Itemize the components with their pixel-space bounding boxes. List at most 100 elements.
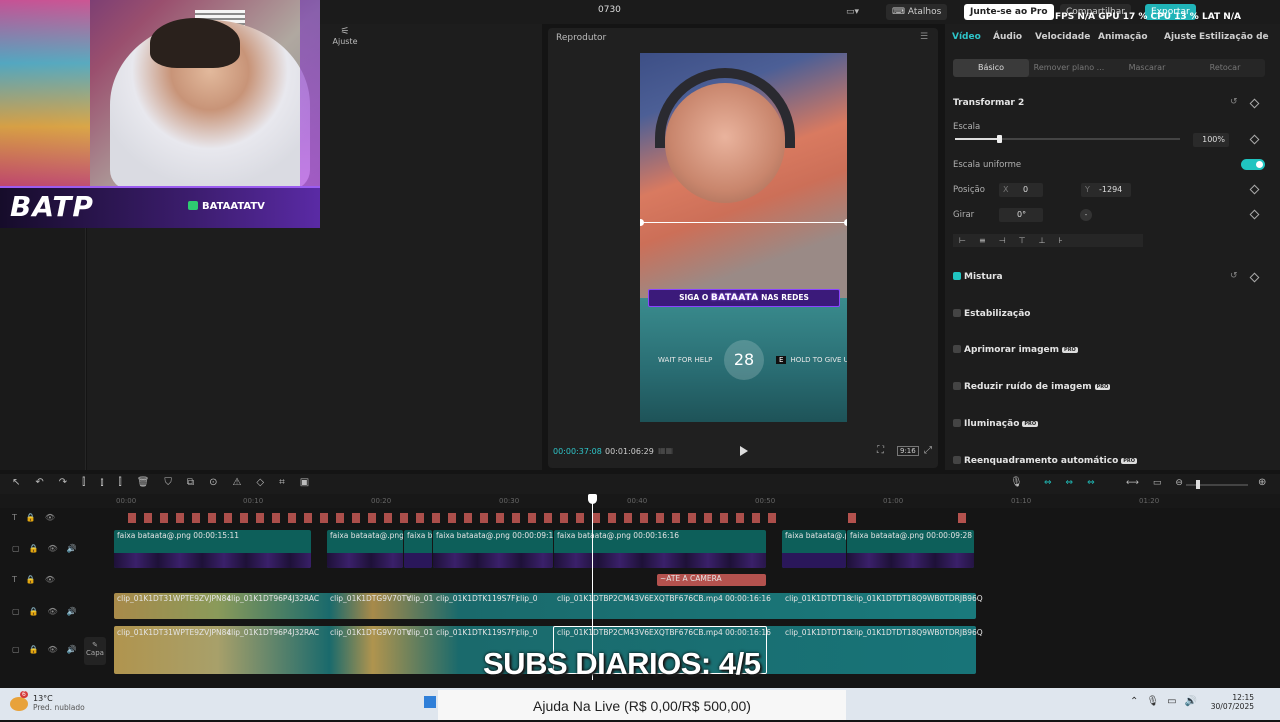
reframe-checkbox[interactable] bbox=[953, 456, 961, 464]
clip-label: clip_01 bbox=[407, 628, 434, 637]
blend-heading[interactable]: Mistura bbox=[953, 272, 1003, 282]
image-clip[interactable]: faixa bataata@.png 00:00:09:28 bbox=[847, 530, 974, 568]
clip-thumb bbox=[404, 553, 432, 568]
tab-adjust[interactable]: Ajuste bbox=[1164, 32, 1196, 42]
subtab-remove-bg[interactable]: Remover plano ... bbox=[1031, 59, 1107, 77]
enhance-checkbox[interactable] bbox=[953, 345, 961, 353]
clip-label: faixa bataata@.png 00:00:15:11 bbox=[117, 531, 240, 540]
webcam-overlay: BATP BATAATATV bbox=[0, 0, 320, 228]
microphone-icon[interactable]: 🎙 bbox=[1010, 477, 1023, 488]
text-clip[interactable]: ~ATE A CAMERA bbox=[657, 574, 766, 586]
channel-logo: BATP bbox=[10, 190, 94, 223]
subtab-retouch[interactable]: Retocar bbox=[1187, 59, 1263, 77]
clip-thumb bbox=[327, 553, 403, 568]
reframe-heading[interactable]: Reenquadramento automático PRO bbox=[953, 456, 1138, 466]
transform-heading[interactable]: Transformar 2 bbox=[953, 98, 1024, 108]
zoom-slider[interactable] bbox=[1186, 480, 1248, 489]
fullscreen-icon[interactable]: ⤢ bbox=[924, 445, 932, 456]
scale-keyframe-icon[interactable] bbox=[1249, 134, 1260, 145]
screenshot-icon[interactable]: ⛶ bbox=[877, 445, 884, 456]
image-clip[interactable]: faixa ba bbox=[404, 530, 432, 568]
clip-thumb bbox=[847, 553, 974, 568]
video-preview[interactable]: SIGA O BATAATA NAS REDES WAIT FOR HELP 2… bbox=[640, 53, 847, 422]
join-pro-button[interactable]: Junte-se ao Pro bbox=[964, 4, 1054, 20]
text-track-header[interactable]: T🔒👁 bbox=[12, 513, 122, 529]
layout-icon[interactable]: ▭▾ bbox=[840, 4, 865, 20]
noise-heading[interactable]: Reduzir ruído de imagem PRO bbox=[953, 382, 1111, 392]
subs-overlay: SUBS DIARIOS: 4/5 bbox=[483, 646, 761, 681]
clip-label: clip_01K1DT96P4J32RAC bbox=[227, 594, 320, 603]
edit-tools[interactable]: ↖↶↷⫿⫾⫿🗑⛉⧉⊙⚠◇⌗▣ bbox=[12, 477, 324, 488]
timeline-ruler[interactable]: 00:00 00:10 00:20 00:30 00:40 00:50 01:0… bbox=[0, 494, 1280, 508]
enhance-heading[interactable]: Aprimorar imagem PRO bbox=[953, 345, 1078, 355]
playhead-handle[interactable] bbox=[588, 494, 597, 504]
blend-checkbox[interactable] bbox=[953, 272, 961, 280]
clip-label: faixa bataata@.png bbox=[330, 531, 403, 540]
reset-icon[interactable]: ↺ bbox=[1230, 97, 1238, 107]
shortcuts-button[interactable]: ⌨ Atalhos bbox=[886, 4, 948, 20]
stabilize-checkbox[interactable] bbox=[953, 309, 961, 317]
subtab-mask[interactable]: Mascarar bbox=[1109, 59, 1185, 77]
text-track-2-header[interactable]: T🔒👁 bbox=[12, 575, 122, 591]
blend-reset-icon[interactable]: ↺ bbox=[1230, 271, 1238, 281]
clock[interactable]: 12:15 30/07/2025 bbox=[1206, 693, 1254, 711]
clock-time: 12:15 bbox=[1232, 693, 1254, 702]
rotate-keyframe-icon[interactable] bbox=[1249, 209, 1260, 220]
scale-slider[interactable] bbox=[955, 135, 1180, 143]
image-clip[interactable]: faixa bataata@.png 00:00:16:16 bbox=[554, 530, 766, 568]
blend-keyframe-icon[interactable] bbox=[1249, 272, 1260, 283]
position-x-input[interactable]: X0 bbox=[999, 183, 1043, 197]
tab-styling[interactable]: Estilização de bbox=[1199, 32, 1269, 42]
position-y-input[interactable]: Y -1294 bbox=[1081, 183, 1131, 197]
weather-icon[interactable] bbox=[10, 697, 28, 711]
noise-checkbox[interactable] bbox=[953, 382, 961, 390]
clip-label: clip_01K1DTG9V70TV bbox=[330, 594, 412, 603]
clip-label: clip_01K1DTK119S7F) bbox=[436, 594, 519, 603]
lighting-checkbox[interactable] bbox=[953, 419, 961, 427]
position-keyframe-icon[interactable] bbox=[1249, 184, 1260, 195]
align-toolbar[interactable]: ⊢≡⊣⊤⊥⊦ bbox=[953, 234, 1143, 247]
tab-speed[interactable]: Velocidade bbox=[1035, 32, 1090, 42]
weather-text: Pred. nublado bbox=[33, 703, 85, 712]
rotate-input[interactable]: 0° bbox=[999, 208, 1043, 222]
transform-line bbox=[640, 222, 847, 223]
stabilize-heading[interactable]: Estabilização bbox=[953, 309, 1030, 319]
timeline-view-icon[interactable]: ▦▦ bbox=[658, 446, 673, 455]
cover-button[interactable]: ✎ Capa bbox=[84, 637, 106, 665]
image-clip[interactable]: faixa bataata@.png bbox=[327, 530, 403, 568]
video-track-2-header[interactable]: ▢🔒👁🔊 bbox=[12, 607, 122, 623]
caption-markers-end[interactable] bbox=[848, 513, 973, 523]
image-clip[interactable]: faixa bataata@.png 00:00:09:15 bbox=[433, 530, 553, 568]
view-tools[interactable]: ⟷▭⊖ bbox=[1126, 478, 1197, 488]
x-label: X bbox=[1003, 185, 1009, 194]
menu-icon[interactable]: ☰ bbox=[920, 32, 928, 42]
image-clip[interactable]: faixa bataata@.png 00:00:15:11 bbox=[114, 530, 311, 568]
clip-label: clip_01K1DT31WPTE9ZVJPN84 bbox=[117, 594, 232, 603]
tab-video[interactable]: Vídeo bbox=[952, 32, 981, 42]
image-clip[interactable]: faixa bataata@.png bbox=[782, 530, 846, 568]
system-tray[interactable]: ⌃🎙▭🔊 bbox=[1130, 696, 1205, 707]
image-track-header[interactable]: ▢🔒👁🔊 bbox=[12, 544, 122, 560]
keyframe-icon[interactable] bbox=[1249, 98, 1260, 109]
lighting-heading[interactable]: Iluminação PRO bbox=[953, 419, 1039, 429]
weather-widget[interactable]: 13°C Pred. nublado bbox=[33, 694, 85, 712]
scale-label: Escala bbox=[953, 122, 981, 132]
uniform-scale-toggle[interactable] bbox=[1241, 159, 1265, 170]
tab-animation[interactable]: Animação bbox=[1098, 32, 1148, 42]
scale-input[interactable]: 100% bbox=[1193, 133, 1229, 147]
link-tools[interactable]: ⇔⇔⇔ bbox=[1044, 478, 1109, 488]
subtab-basic[interactable]: Básico bbox=[953, 59, 1029, 77]
uniform-scale-label: Escala uniforme bbox=[953, 160, 1022, 170]
windows-start-icon[interactable] bbox=[424, 696, 436, 708]
ruler-tick: 00:10 bbox=[243, 497, 264, 505]
ratio-button[interactable]: 9:16 bbox=[897, 446, 919, 456]
chevron-right-icon[interactable]: » bbox=[1263, 31, 1269, 41]
zoom-in-icon[interactable]: ⊕ bbox=[1258, 477, 1266, 488]
caption-markers[interactable] bbox=[128, 513, 778, 523]
play-icon[interactable] bbox=[740, 446, 748, 456]
transform-handle-right[interactable] bbox=[844, 219, 847, 226]
tab-audio[interactable]: Áudio bbox=[993, 32, 1022, 42]
rotate-dial-icon[interactable]: - bbox=[1080, 209, 1092, 221]
adjust-tab[interactable]: ⚟ Ajuste bbox=[330, 26, 360, 46]
wait-help-text: WAIT FOR HELP bbox=[658, 356, 713, 364]
